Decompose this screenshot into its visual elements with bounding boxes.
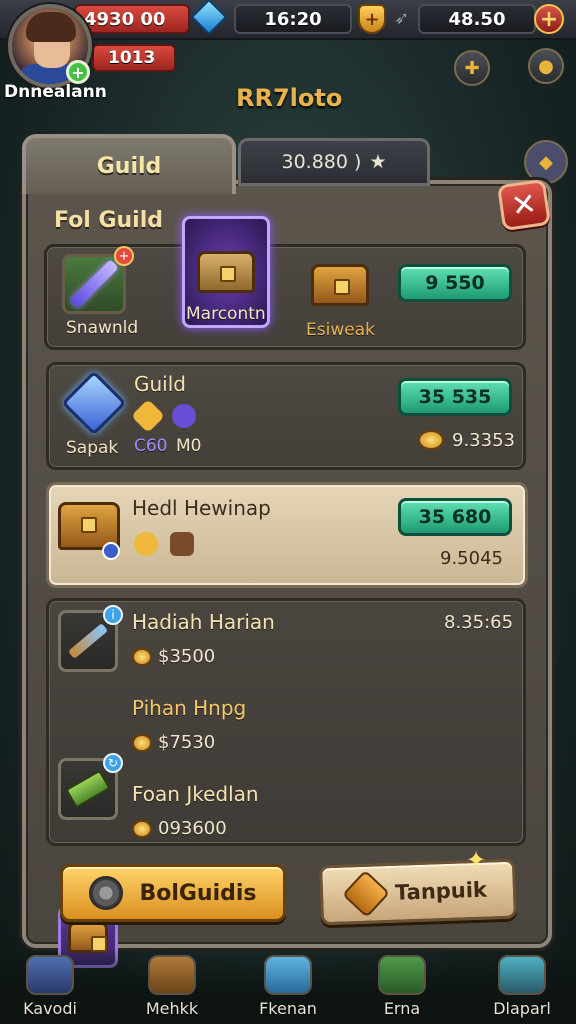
tab-currency-value: 30.880 ) <box>281 151 362 173</box>
online-status-icon: + <box>66 60 90 84</box>
primary-guild-button[interactable]: BolGuidis <box>60 864 286 922</box>
avatar-hair <box>26 12 76 42</box>
currency-2-pill[interactable]: 48.50 <box>418 4 536 34</box>
list-item-1-right-value: 8.35:65 <box>444 612 514 633</box>
guild-row-value: 9.3353 <box>452 430 515 451</box>
close-icon: ✕ <box>509 185 539 225</box>
nav-guild-icon <box>378 955 426 995</box>
chest-icon <box>311 264 369 306</box>
gear-icon <box>89 876 124 910</box>
highlighted-row-title: Hedl Hewinap <box>132 496 271 520</box>
nav-item-4[interactable]: Erna <box>352 948 452 1024</box>
currency-1-value: 4930 00 <box>84 8 166 30</box>
featured-price-button[interactable]: 9 550 <box>398 264 512 302</box>
list-item-2-amount: $7530 <box>158 732 216 753</box>
close-button[interactable]: ✕ <box>497 178 551 232</box>
guild-crest-icon[interactable]: ✚ <box>454 50 490 86</box>
nav-item-1[interactable]: Kavodi <box>0 948 100 1024</box>
nav-item-2[interactable]: Mehkk <box>122 948 222 1024</box>
settings-icon[interactable]: ● <box>528 48 564 84</box>
purple-orb-icon <box>172 404 196 428</box>
heart-shield-icon <box>342 869 391 918</box>
scroll-icon <box>65 769 111 809</box>
nav-item-3[interactable]: Fkenan <box>238 948 338 1024</box>
guild-row-price: 35 535 <box>418 386 492 408</box>
sparkle-icon: ✦ <box>466 846 487 874</box>
side-monster-icon[interactable]: ◆ <box>524 140 568 184</box>
star-icon: ★ <box>369 151 387 173</box>
section-title: Fol Guild <box>54 208 164 233</box>
featured-item-3-slot[interactable] <box>302 254 378 316</box>
wand-icon <box>67 623 109 659</box>
nav-item-5[interactable]: Dlaparl <box>472 948 572 1024</box>
nav-events-icon <box>498 955 546 995</box>
crystal-icon <box>61 370 127 436</box>
primary-guild-label: BolGuidis <box>139 880 257 906</box>
bronze-cog-icon <box>170 532 194 556</box>
list-item-3-amount: 093600 <box>158 818 227 839</box>
highlighted-row-price-button[interactable]: 35 680 <box>398 498 512 536</box>
nav-item-2-label: Mehkk <box>145 999 199 1018</box>
currency-1-pill[interactable]: 4930 00 <box>74 4 190 34</box>
tab-currency[interactable]: 30.880 ) ★ <box>238 138 430 186</box>
featured-item-2-label: Marcontn <box>186 304 266 324</box>
crystal-label: Sapak <box>66 438 119 458</box>
secondary-label: Tanpuik <box>394 877 488 905</box>
guild-row-title: Guild <box>134 372 186 396</box>
nav-item-1-label: Kavodi <box>23 999 77 1018</box>
featured-item-3-label: Esiweak <box>306 320 375 340</box>
nav-item-4-label: Erna <box>383 999 421 1018</box>
player-name: Dnnealann <box>4 82 107 102</box>
shield-icon[interactable]: + <box>358 4 386 34</box>
tab-guild-label: Guild <box>96 153 162 179</box>
highlighted-row-value: 9.5045 <box>440 548 503 569</box>
list-item-2-slot[interactable]: ↻ <box>58 753 123 820</box>
secondary-button[interactable]: Tanpuik <box>319 858 517 926</box>
nav-shop-icon <box>148 955 196 995</box>
level-pill: 1013 <box>92 44 176 72</box>
gold-badge-icon <box>134 532 158 556</box>
featured-item-1-label: Snawnld <box>66 318 139 338</box>
coin-icon <box>132 648 152 666</box>
arrow-icon: ➶ <box>394 8 410 29</box>
info-badge-icon: i <box>103 605 123 625</box>
nav-item-3-label: Fkenan <box>259 999 317 1018</box>
clock-pill: 16:20 <box>234 4 352 34</box>
region-title: RR7loto <box>236 84 343 112</box>
nav-map-icon <box>26 955 74 995</box>
list-item-2-title: Pihan Hnpg <box>132 696 247 720</box>
reward-list <box>46 598 526 846</box>
highlighted-row-price: 35 680 <box>418 506 492 528</box>
notification-badge: + <box>114 246 134 266</box>
list-item-3-title: Foan Jkedlan <box>132 782 259 806</box>
currency-2-value: 48.50 <box>448 8 506 30</box>
level-value: 1013 <box>108 48 156 68</box>
guild-row-sub-2: M0 <box>176 436 202 456</box>
list-item-1-amount: $3500 <box>158 646 216 667</box>
plus-icon[interactable]: + <box>534 4 564 34</box>
coin-icon <box>418 430 444 450</box>
refresh-badge-icon: ↻ <box>103 753 123 773</box>
relic-chest-icon <box>197 251 255 293</box>
time-display: 16:20 <box>264 8 322 30</box>
nav-item-5-label: Dlaparl <box>493 999 551 1018</box>
coin-icon <box>132 820 152 838</box>
featured-price: 9 550 <box>425 272 485 294</box>
tab-guild[interactable]: Guild <box>22 134 236 194</box>
guild-row-price-button[interactable]: 35 535 <box>398 378 512 416</box>
nav-heroes-icon <box>264 955 312 995</box>
guild-row-sub-1: C60 <box>134 436 168 456</box>
small-shield-icon <box>102 542 120 560</box>
crystal-slot <box>61 370 127 436</box>
coin-icon <box>132 734 152 752</box>
list-item-1-title: Hadiah Harian <box>132 610 275 634</box>
sword-icon <box>69 259 119 309</box>
list-item-1-slot[interactable]: i <box>58 605 123 672</box>
